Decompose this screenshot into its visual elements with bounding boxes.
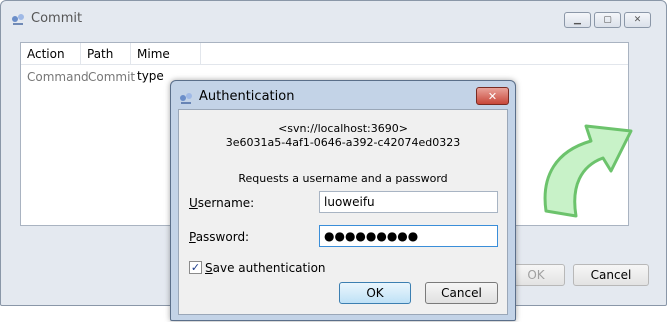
save-authentication-label[interactable]: Save authentication: [205, 261, 326, 275]
request-text: Requests a username and a password: [238, 172, 448, 185]
close-icon: ✕: [487, 89, 498, 103]
realm-uuid: 3e6031a5-4af1-0646-a392-c42074ed0323: [225, 136, 461, 149]
column-header-mime-type[interactable]: Mime type: [131, 43, 201, 83]
username-label: Username:: [189, 196, 255, 210]
column-header-action[interactable]: Action: [21, 43, 81, 65]
password-field[interactable]: ●●●●●●●●●: [319, 225, 498, 247]
dialog-close-button[interactable]: ✕: [476, 87, 509, 105]
cancel-button[interactable]: Cancel: [425, 282, 498, 304]
dialog-body: <svn://localhost:3690> 3e6031a5-4af1-064…: [178, 109, 508, 315]
maximize-icon: ▢: [603, 15, 612, 25]
commit-arrow-graphic: [543, 124, 633, 218]
window-title: Commit: [31, 11, 83, 26]
save-authentication-checkbox[interactable]: ✓: [189, 261, 202, 274]
cell-action: Command: [27, 70, 89, 84]
column-header-path[interactable]: Path: [81, 43, 131, 65]
realm-url: <svn://localhost:3690>: [278, 122, 408, 135]
cell-path: Commit: [88, 70, 136, 84]
minimize-button[interactable]: ▁: [564, 12, 591, 28]
close-button[interactable]: ✕: [624, 12, 651, 28]
username-field[interactable]: luoweifu: [319, 191, 498, 213]
cancel-button[interactable]: Cancel: [573, 264, 649, 286]
ok-button[interactable]: OK: [339, 282, 411, 304]
svn-app-icon: [12, 14, 24, 25]
authentication-dialog: Authentication ✕ <svn://localhost:3690> …: [170, 80, 516, 321]
list-header: Action Path Mime type: [21, 43, 628, 83]
minimize-icon: ▁: [574, 15, 581, 25]
svn-app-icon: [180, 93, 192, 104]
dialog-title: Authentication: [199, 89, 295, 104]
maximize-button[interactable]: ▢: [594, 12, 621, 28]
password-label: Password:: [189, 230, 250, 244]
close-icon: ✕: [633, 15, 642, 25]
